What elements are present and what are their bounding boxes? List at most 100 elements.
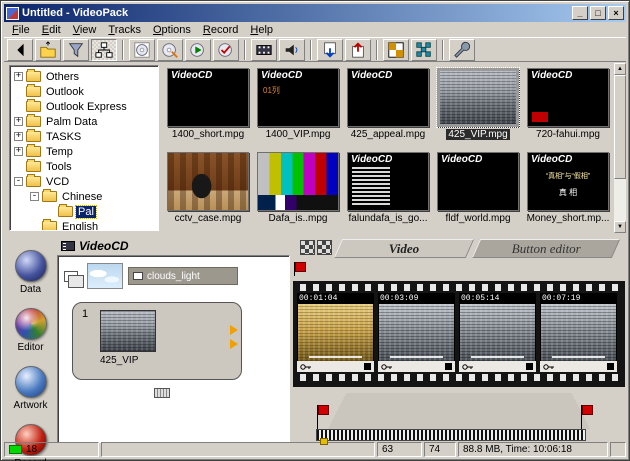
scroll-down-button[interactable]: ▼ xyxy=(614,221,626,233)
frame-image[interactable] xyxy=(459,304,536,361)
media-thumbnail[interactable]: VideoCD01列 1400_VIP.mpg xyxy=(253,63,343,147)
project-canvas[interactable]: clouds_light 1 425_VIP xyxy=(57,255,290,443)
media-thumbnail[interactable]: VideoCD 425_appeal.mpg xyxy=(343,63,433,147)
media-filename: 1400_short.mpg xyxy=(170,129,246,140)
media-thumbnail[interactable]: VideoCD 1400_short.mpg xyxy=(163,63,253,147)
verify-disc-button[interactable] xyxy=(213,39,239,61)
frame-timestamp: 00:05:14 xyxy=(459,293,536,304)
expand-toggle[interactable]: + xyxy=(14,117,23,126)
frame-image[interactable] xyxy=(297,304,374,361)
media-thumbnail-selected[interactable]: 425_VIP.mpg xyxy=(433,63,523,147)
tree-item-temp[interactable]: +Temp xyxy=(10,144,158,159)
video-frame[interactable]: 00:07:19 xyxy=(540,293,617,372)
position-marker[interactable] xyxy=(320,438,328,445)
expand-toggle[interactable]: + xyxy=(14,132,23,141)
keyframe-bar[interactable] xyxy=(378,361,455,372)
add-video-track-button[interactable] xyxy=(251,39,277,61)
background-clip-bar[interactable]: clouds_light xyxy=(128,267,238,285)
tree-view-button[interactable] xyxy=(91,39,117,61)
menu-edit[interactable]: Edit xyxy=(36,23,67,37)
burn-disc-button[interactable] xyxy=(157,39,183,61)
new-videocd-button[interactable] xyxy=(129,39,155,61)
media-thumbnail[interactable]: VideoCD fldf_world.mpg xyxy=(433,147,523,231)
project-title: VideoCD xyxy=(79,239,129,253)
scroll-up-button[interactable]: ▲ xyxy=(614,63,626,75)
expand-toggle[interactable]: - xyxy=(30,192,39,201)
trim-start-flag-icon[interactable] xyxy=(314,405,328,430)
video-frame[interactable]: 00:03:09 xyxy=(378,293,455,372)
button-editor-button[interactable] xyxy=(411,39,437,61)
media-thumbnail[interactable]: cctv_case.mpg xyxy=(163,147,253,231)
export-button[interactable] xyxy=(345,39,371,61)
trim-end-flag-icon[interactable] xyxy=(578,405,592,430)
tree-item-pal[interactable]: Pal xyxy=(10,204,158,219)
scrollbar-thumb[interactable] xyxy=(614,75,626,179)
background-track[interactable]: clouds_light xyxy=(64,263,238,289)
overlay-text: 真 相 xyxy=(528,187,608,198)
project-panel: VideoCD clouds_light 1 425_VIP xyxy=(57,237,290,443)
folder-tree[interactable]: +Others Outlook Outlook Express +Palm Da… xyxy=(9,65,159,231)
expand-toggle[interactable]: + xyxy=(14,72,23,81)
tree-item-tools[interactable]: Tools xyxy=(10,159,158,174)
expand-toggle[interactable]: + xyxy=(14,147,23,156)
frames-icon xyxy=(64,271,78,282)
sidebar-item-editor[interactable]: Editor xyxy=(4,308,57,353)
media-thumbnail[interactable]: Dafa_is..mpg xyxy=(253,147,343,231)
frame-image[interactable] xyxy=(378,304,455,361)
storyboard-view-icon[interactable] xyxy=(300,240,315,255)
background-clip-thumbnail[interactable] xyxy=(87,263,123,289)
play-disc-button[interactable] xyxy=(185,39,211,61)
menu-view[interactable]: View xyxy=(67,23,103,37)
tree-item-palm-data[interactable]: +Palm Data xyxy=(10,114,158,129)
library-scrollbar[interactable]: ▲ ▼ xyxy=(614,63,626,233)
sidebar-item-data[interactable]: Data xyxy=(4,250,57,295)
menu-tracks[interactable]: Tracks xyxy=(102,23,147,37)
media-thumbnail[interactable]: VideoCD falundafa_is_go... xyxy=(343,147,433,231)
tree-item-tasks[interactable]: +TASKS xyxy=(10,129,158,144)
clip-group[interactable]: 1 425_VIP xyxy=(72,302,242,380)
start-flag-icon[interactable] xyxy=(291,262,305,276)
filter-button[interactable] xyxy=(63,39,89,61)
minimize-button[interactable]: _ xyxy=(572,6,588,20)
tree-item-english[interactable]: English xyxy=(10,219,158,231)
filmstrip[interactable]: 00:01:04 00:03:09 00:05:14 00:07:19 xyxy=(293,281,625,387)
sidebar-item-artwork[interactable]: Artwork xyxy=(4,366,57,411)
tree-item-others[interactable]: +Others xyxy=(10,69,158,84)
chapter-marker xyxy=(364,363,371,370)
tree-item-label: Outlook xyxy=(44,86,86,98)
media-thumbnail[interactable]: VideoCD“真相”与“假相”真 相 Money_short.mp... xyxy=(523,147,613,231)
tab-button-editor[interactable]: Button editor xyxy=(472,239,620,258)
menu-record[interactable]: Record xyxy=(197,23,244,37)
tree-item-outlook[interactable]: Outlook xyxy=(10,84,158,99)
back-button[interactable] xyxy=(7,39,33,61)
layout-editor-button[interactable] xyxy=(383,39,409,61)
add-audio-track-button[interactable] xyxy=(279,39,305,61)
clip-thumbnail[interactable] xyxy=(100,310,156,352)
tools-button[interactable] xyxy=(449,39,475,61)
frame-image[interactable] xyxy=(540,304,617,361)
folder-icon xyxy=(26,161,41,172)
video-frame[interactable]: 00:05:14 xyxy=(459,293,536,372)
keyframe-bar[interactable] xyxy=(540,361,617,372)
media-thumbnail[interactable]: VideoCD 720-fahui.mpg xyxy=(523,63,613,147)
clip-reorder-arrows-icon[interactable] xyxy=(230,325,238,349)
keyframe-bar[interactable] xyxy=(459,361,536,372)
folder-up-button[interactable] xyxy=(35,39,61,61)
menu-options[interactable]: Options xyxy=(147,23,197,37)
timeline-ruler[interactable] xyxy=(316,429,586,441)
menu-file[interactable]: File xyxy=(6,23,36,37)
import-button[interactable] xyxy=(317,39,343,61)
title-bar[interactable]: Untitled - VideoPack _ □ × xyxy=(4,4,626,22)
video-frame[interactable]: 00:01:04 xyxy=(297,293,374,372)
scrollbar-track[interactable] xyxy=(614,75,626,221)
close-button[interactable]: × xyxy=(608,6,624,20)
tab-video[interactable]: Video xyxy=(334,239,474,258)
maximize-button[interactable]: □ xyxy=(590,6,606,20)
keyframe-bar[interactable] xyxy=(297,361,374,372)
tree-item-vcd[interactable]: -VCD xyxy=(10,174,158,189)
tree-item-chinese[interactable]: -Chinese xyxy=(10,189,158,204)
menu-help[interactable]: Help xyxy=(244,23,279,37)
expand-toggle[interactable]: - xyxy=(14,177,23,186)
frame-view-icon[interactable] xyxy=(317,240,332,255)
tree-item-outlook-express[interactable]: Outlook Express xyxy=(10,99,158,114)
